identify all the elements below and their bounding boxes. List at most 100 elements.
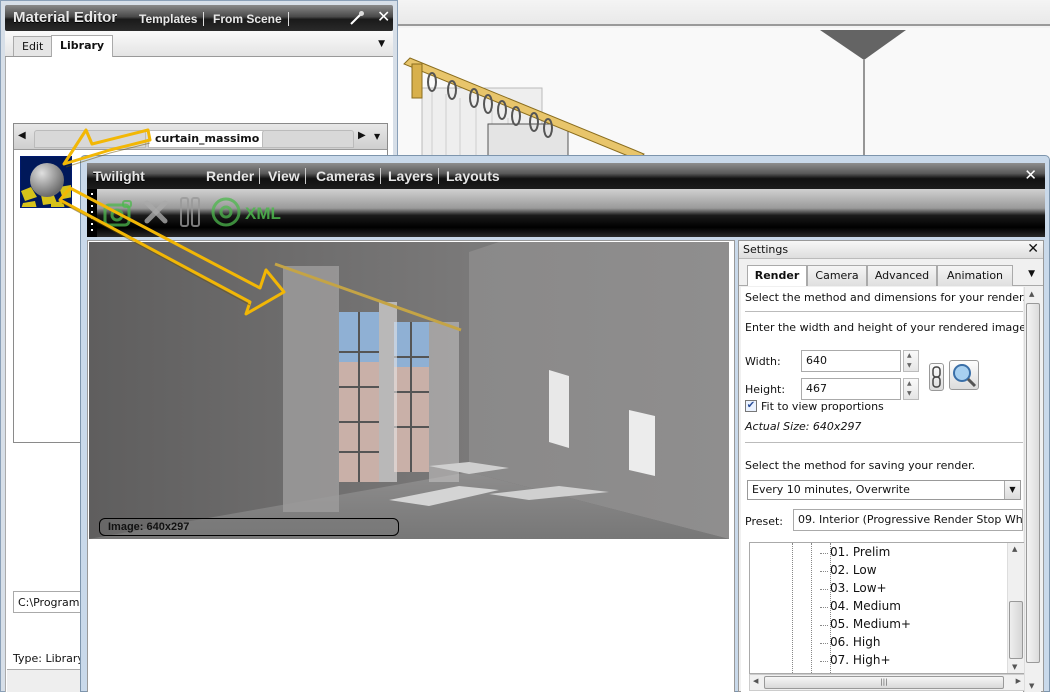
preset-item[interactable]: 04. Medium [820, 599, 901, 613]
scroll-down-icon[interactable]: ▼ [1029, 682, 1034, 690]
twilight-close-button[interactable]: ✕ [1024, 166, 1037, 184]
library-tab-curtain-massimo[interactable]: curtain_massimo [148, 130, 267, 148]
scrollbar-thumb[interactable] [1026, 303, 1040, 663]
tab-library[interactable]: Library [51, 35, 114, 57]
width-label: Width: [745, 355, 781, 368]
twilight-titlebar[interactable]: Twilight Render View Cameras Layers Layo… [87, 163, 1045, 189]
tab-edit[interactable]: Edit [13, 36, 53, 56]
tab-advanced[interactable]: Advanced [867, 265, 937, 286]
settings-titlebar[interactable]: Settings ✕ [739, 241, 1043, 259]
render-settings-body: Select the method and dimensions for you… [741, 287, 1030, 692]
preset-item[interactable]: 07. High+ [820, 653, 891, 667]
save-method-text: Select the method for saving your render… [745, 459, 976, 472]
menu-render[interactable]: Render [201, 168, 261, 184]
settings-tabs: Render Camera Advanced Animation ▼ [739, 260, 1043, 286]
dimensions-text: Enter the width and height of your rende… [745, 321, 1030, 334]
link-proportions-button[interactable] [929, 363, 944, 391]
library-prev-arrow-icon[interactable]: ◀ [18, 130, 26, 141]
library-path-field[interactable]: C:\Program F [13, 591, 83, 613]
scroll-left-icon[interactable]: ◀ [753, 677, 758, 685]
tab-camera[interactable]: Camera [807, 265, 867, 286]
svg-text:XML: XML [245, 204, 281, 223]
fit-to-view-checkbox[interactable]: ✔ [745, 400, 757, 412]
settings-panel: Settings ✕ Render Camera Advanced Animat… [738, 240, 1044, 692]
twilight-toolbar: XML [87, 189, 1045, 237]
width-spinner[interactable]: ▲ ▼ [903, 350, 919, 372]
settings-tabs-dropdown-icon[interactable]: ▼ [1028, 269, 1035, 279]
preset-item[interactable]: 03. Low+ [820, 581, 887, 595]
render-content-area: Image: 640x297 [87, 240, 735, 692]
rendered-room-image [89, 242, 729, 539]
render-preview-image[interactable]: Image: 640x297 [89, 242, 729, 539]
preset-item[interactable]: 05. Medium+ [820, 617, 911, 631]
eyedropper-icon[interactable] [349, 10, 365, 26]
scrollbar-thumb[interactable]: ||| [764, 676, 1004, 689]
twilight-title: Twilight [93, 168, 145, 184]
menu-layers[interactable]: Layers [383, 168, 440, 184]
preset-item[interactable]: 02. Low [820, 563, 877, 577]
camera-render-icon[interactable] [101, 195, 135, 229]
sketchup-toolbar [398, 0, 1050, 26]
scroll-up-icon[interactable]: ▲ [1012, 545, 1017, 553]
intro-text: Select the method and dimensions for you… [745, 291, 1026, 304]
tree-guide [792, 543, 793, 673]
library-tab-blank[interactable] [34, 130, 146, 148]
chain-link-icon [932, 366, 941, 388]
scroll-up-icon[interactable]: ▲ [1029, 290, 1034, 298]
tabs-dropdown-icon[interactable]: ▼ [378, 39, 385, 49]
menu-from-scene[interactable]: From Scene [207, 12, 289, 26]
fit-to-view-button[interactable] [949, 360, 979, 390]
library-type-label: Type: Library [13, 652, 84, 665]
fit-to-view-label: Fit to view proportions [761, 400, 884, 413]
material-editor-close-button[interactable]: ✕ [377, 7, 390, 26]
material-thumbnail[interactable] [20, 156, 72, 208]
toolbar-grip-handle[interactable] [87, 189, 97, 237]
preset-item[interactable]: 06. High [819, 635, 880, 649]
divider [745, 442, 1023, 443]
tree-guide [811, 543, 812, 673]
xml-export-icon[interactable]: XML [243, 195, 283, 229]
tab-animation[interactable]: Animation [937, 265, 1013, 286]
material-editor-tabs: Edit Library ▼ [5, 31, 393, 57]
preset-item[interactable]: 01. Prelim [819, 545, 890, 559]
actual-size-text: Actual Size: 640x297 [745, 420, 862, 433]
target-icon[interactable] [209, 195, 243, 229]
preset-field[interactable]: 09. Interior (Progressive Render Stop Wh… [793, 509, 1023, 531]
library-next-arrow-icon[interactable]: ▶ [358, 130, 366, 141]
library-tab-blank[interactable] [262, 130, 354, 148]
settings-vscrollbar[interactable]: ▲ ▼ [1024, 287, 1041, 692]
scrollbar-thumb[interactable] [1009, 601, 1023, 659]
divider [745, 311, 1023, 312]
width-input[interactable]: 640 [801, 350, 901, 372]
save-method-value: Every 10 minutes, Overwrite [752, 483, 910, 496]
sketchup-viewport[interactable] [398, 28, 1050, 168]
preset-tree: 01. Prelim 02. Low 03. Low+ 04. Medium 0… [749, 542, 1025, 674]
tab-render[interactable]: Render [747, 265, 807, 286]
save-method-select[interactable]: Every 10 minutes, Overwrite ▼ [747, 480, 1021, 500]
scroll-right-icon[interactable]: ▶ [1016, 677, 1021, 685]
menu-layouts[interactable]: Layouts [441, 168, 505, 184]
menu-cameras[interactable]: Cameras [311, 168, 382, 184]
material-editor-titlebar[interactable]: Material Editor Templates From Scene ✕ [5, 5, 393, 31]
preset-tree-hscrollbar[interactable]: ◀ ||| ▶ [749, 674, 1025, 691]
scroll-down-icon[interactable]: ▼ [1012, 663, 1017, 671]
settings-title: Settings [743, 243, 789, 256]
menu-view[interactable]: View [263, 168, 306, 184]
library-nav: ◀ curtain_massimo ▶ ▼ [14, 124, 387, 150]
preset-tree-vscrollbar[interactable]: ▲ ▼ [1007, 543, 1024, 673]
stop-icon[interactable] [139, 195, 173, 229]
image-size-badge: Image: 640x297 [99, 518, 399, 536]
menu-templates[interactable]: Templates [133, 12, 205, 26]
chevron-down-icon: ▼ [1004, 481, 1020, 499]
preset-label: Preset: [745, 515, 784, 528]
height-label: Height: [745, 383, 786, 396]
material-sphere-icon [21, 157, 71, 207]
height-input[interactable]: 467 [801, 378, 901, 400]
library-dropdown-icon[interactable]: ▼ [374, 132, 380, 141]
height-spinner[interactable]: ▲ ▼ [903, 378, 919, 400]
material-editor-footer [7, 669, 87, 692]
material-editor-title: Material Editor [13, 9, 118, 26]
settings-close-button[interactable]: ✕ [1027, 241, 1039, 257]
magnifier-icon [953, 364, 977, 388]
pause-icon[interactable] [173, 195, 207, 229]
